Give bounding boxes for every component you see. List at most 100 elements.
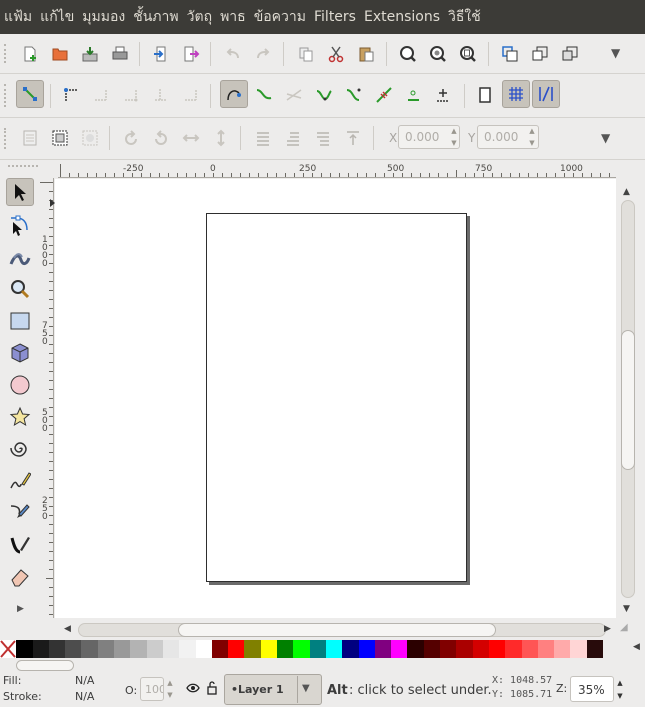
- color-swatch[interactable]: [505, 640, 522, 658]
- snap-line-midpoints-button[interactable]: [371, 82, 397, 108]
- color-swatch[interactable]: [196, 640, 212, 658]
- layer-visibility-toggle[interactable]: [186, 682, 200, 697]
- redo-button[interactable]: [250, 41, 276, 67]
- color-swatch[interactable]: [587, 640, 603, 658]
- opacity-field[interactable]: 100: [140, 677, 164, 701]
- snap-guides-button[interactable]: [532, 80, 560, 108]
- deselect-button[interactable]: [77, 125, 103, 151]
- snap-nodes-button[interactable]: [220, 80, 248, 108]
- import-button[interactable]: [148, 41, 174, 67]
- rotate-cw-button[interactable]: [148, 125, 174, 151]
- color-swatch[interactable]: [342, 640, 359, 658]
- snap-bbox-midpoint-button[interactable]: [147, 82, 173, 108]
- color-swatch[interactable]: [554, 640, 570, 658]
- zoom-spinner[interactable]: ▲ ▼: [614, 676, 626, 702]
- zoom-selection-button[interactable]: [395, 41, 421, 67]
- color-swatch[interactable]: [570, 640, 587, 658]
- color-swatch[interactable]: [147, 640, 163, 658]
- color-swatch[interactable]: [179, 640, 196, 658]
- opacity-spinner[interactable]: ▲ ▼: [164, 677, 176, 701]
- zoom-drawing-button[interactable]: [425, 41, 451, 67]
- menu-object[interactable]: วัตถุ: [187, 6, 218, 28]
- snap-intersections-button[interactable]: [281, 82, 307, 108]
- color-swatch[interactable]: [456, 640, 473, 658]
- vertical-ruler[interactable]: 1000 750 500 250: [40, 178, 54, 618]
- palette-menu-icon[interactable]: ◀: [633, 642, 640, 652]
- undo-button[interactable]: [220, 41, 246, 67]
- raise-to-top-button[interactable]: [340, 125, 366, 151]
- group-button[interactable]: [497, 41, 523, 67]
- node-tool[interactable]: [6, 211, 34, 239]
- rectangle-tool[interactable]: [6, 307, 34, 335]
- scroll-right-icon[interactable]: ▶: [604, 624, 611, 634]
- zoom-field[interactable]: 35%: [570, 676, 614, 702]
- star-tool[interactable]: [6, 403, 34, 431]
- select-all-layers-button[interactable]: [47, 125, 73, 151]
- menu-filters[interactable]: Filters: [314, 9, 362, 25]
- color-swatch[interactable]: [228, 640, 244, 658]
- color-swatch[interactable]: [212, 640, 228, 658]
- toolbox-expand-icon[interactable]: ▶: [17, 604, 24, 614]
- snap-bbox-button[interactable]: [57, 82, 83, 108]
- scroll-up-icon[interactable]: ▲: [623, 187, 630, 197]
- lower-to-bottom-button[interactable]: [250, 125, 276, 151]
- y-spinner[interactable]: ▲ ▼: [526, 125, 538, 149]
- color-swatch[interactable]: [98, 640, 114, 658]
- snap-grids-button[interactable]: [502, 80, 530, 108]
- save-button[interactable]: [77, 41, 103, 67]
- color-swatch[interactable]: [391, 640, 407, 658]
- flip-vertical-button[interactable]: [208, 125, 234, 151]
- color-swatch[interactable]: [538, 640, 554, 658]
- snap-bbox-center-button[interactable]: [177, 82, 203, 108]
- scroll-thumb[interactable]: [178, 623, 496, 637]
- layer-lock-toggle[interactable]: [206, 681, 218, 698]
- toolbar-overflow-icon[interactable]: ▼: [611, 46, 620, 60]
- toolbar-grip[interactable]: [4, 84, 8, 107]
- snap-cusp-nodes-button[interactable]: [311, 82, 337, 108]
- eraser-tool[interactable]: [6, 563, 34, 591]
- color-swatch[interactable]: [310, 640, 326, 658]
- document-page[interactable]: [206, 213, 467, 582]
- scroll-left-icon[interactable]: ◀: [64, 624, 71, 634]
- toolbox-grip[interactable]: [8, 165, 38, 169]
- clone-button[interactable]: [557, 41, 583, 67]
- toolbar-grip[interactable]: [4, 128, 8, 149]
- toolbar-overflow-icon[interactable]: ▼: [601, 131, 610, 145]
- export-button[interactable]: [178, 41, 204, 67]
- color-swatch[interactable]: [244, 640, 261, 658]
- spiral-tool[interactable]: [6, 435, 34, 463]
- select-all-button[interactable]: [17, 125, 43, 151]
- color-swatch[interactable]: [407, 640, 424, 658]
- zoom-page-button[interactable]: [455, 41, 481, 67]
- color-swatch[interactable]: [81, 640, 98, 658]
- color-swatch[interactable]: [424, 640, 440, 658]
- color-swatch[interactable]: [522, 640, 538, 658]
- color-swatch[interactable]: [65, 640, 81, 658]
- flip-horizontal-button[interactable]: [178, 125, 204, 151]
- ellipse-tool[interactable]: [6, 371, 34, 399]
- snap-page-border-button[interactable]: [472, 82, 498, 108]
- color-swatch[interactable]: [114, 640, 130, 658]
- new-document-button[interactable]: [17, 41, 43, 67]
- toolbar-grip[interactable]: [4, 44, 8, 63]
- no-paint-swatch[interactable]: [0, 640, 16, 658]
- color-swatch[interactable]: [326, 640, 342, 658]
- snap-enable-button[interactable]: [16, 80, 44, 108]
- color-swatch[interactable]: [33, 640, 49, 658]
- layer-selector[interactable]: •Layer 1 ▼: [224, 674, 322, 705]
- open-button[interactable]: [47, 41, 73, 67]
- color-swatch[interactable]: [473, 640, 489, 658]
- scroll-thumb[interactable]: [621, 330, 635, 470]
- snap-rotation-center-button[interactable]: [430, 82, 456, 108]
- color-swatch[interactable]: [163, 640, 179, 658]
- x-spinner[interactable]: ▲ ▼: [448, 125, 460, 149]
- paste-button[interactable]: [353, 41, 379, 67]
- snap-bbox-edge-button[interactable]: [87, 82, 113, 108]
- color-swatch[interactable]: [49, 640, 65, 658]
- duplicate-button[interactable]: [293, 41, 319, 67]
- pen-tool[interactable]: [6, 499, 34, 527]
- raise-button[interactable]: [310, 125, 336, 151]
- menu-file[interactable]: แฟ้ม: [4, 6, 38, 28]
- menu-help[interactable]: วิธีใช้: [448, 6, 487, 28]
- menu-view[interactable]: มุมมอง: [82, 6, 131, 28]
